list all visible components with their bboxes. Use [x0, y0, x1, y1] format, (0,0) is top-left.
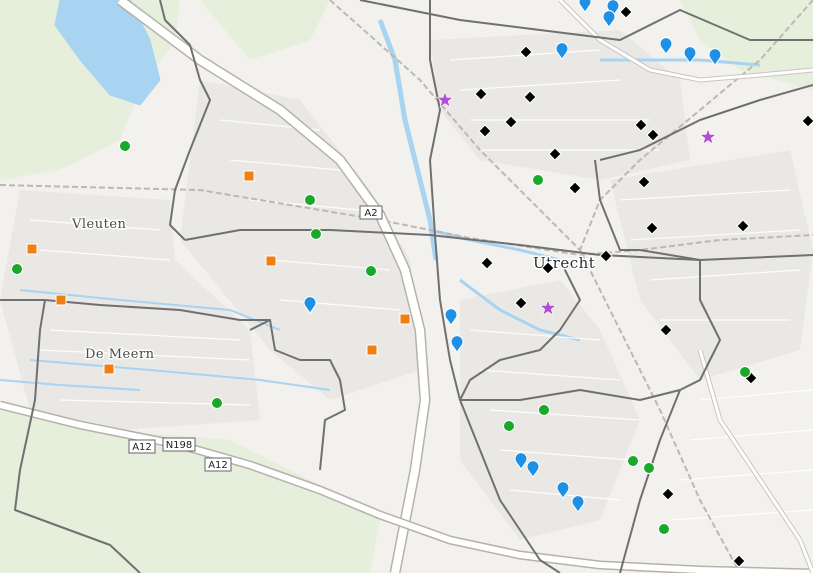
road-shield-a12-right: A12: [204, 457, 232, 472]
svg-text:N198: N198: [166, 440, 193, 451]
place-label-utrecht: Utrecht: [533, 254, 595, 272]
road-shield-n198: N198: [162, 437, 196, 452]
circle-icon[interactable]: [365, 265, 377, 277]
road-shield-a12-left: A12: [128, 439, 156, 454]
square-icon[interactable]: [55, 294, 67, 306]
circle-icon[interactable]: [11, 263, 23, 275]
place-label-vleuten: Vleuten: [71, 217, 127, 232]
circle-icon[interactable]: [739, 366, 751, 378]
circle-icon[interactable]: [304, 194, 316, 206]
circle-icon[interactable]: [532, 174, 544, 186]
svg-text:A2: A2: [364, 208, 377, 219]
map-view[interactable]: Vleuten De Meern Utrecht A2 A12 N198 A12: [0, 0, 813, 573]
place-label-de-meern: De Meern: [85, 347, 155, 362]
square-icon[interactable]: [265, 255, 277, 267]
circle-icon[interactable]: [503, 420, 515, 432]
square-icon[interactable]: [399, 313, 411, 325]
svg-text:A12: A12: [208, 460, 228, 471]
map-canvas[interactable]: Vleuten De Meern Utrecht A2 A12 N198 A12: [0, 0, 813, 573]
circle-icon[interactable]: [643, 462, 655, 474]
circle-icon[interactable]: [310, 228, 322, 240]
circle-icon[interactable]: [211, 397, 223, 409]
square-icon[interactable]: [243, 170, 255, 182]
circle-icon[interactable]: [538, 404, 550, 416]
circle-icon[interactable]: [119, 140, 131, 152]
circle-icon[interactable]: [627, 455, 639, 467]
road-shield-a2: A2: [359, 205, 383, 220]
svg-text:A12: A12: [132, 442, 152, 453]
square-icon[interactable]: [26, 243, 38, 255]
square-icon[interactable]: [366, 344, 378, 356]
square-icon[interactable]: [103, 363, 115, 375]
circle-icon[interactable]: [658, 523, 670, 535]
